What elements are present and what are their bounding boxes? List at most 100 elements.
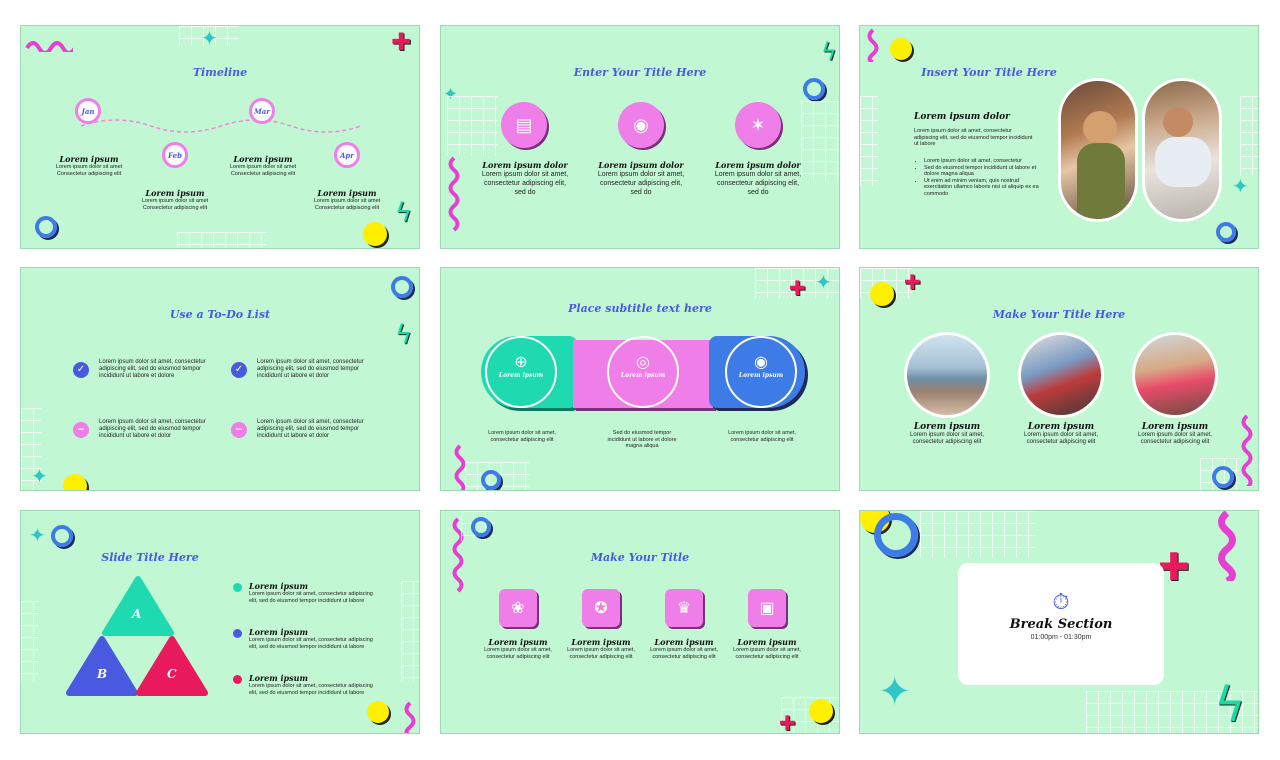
squiggle-decoration <box>1240 414 1254 490</box>
sparkle-icon: ✦ <box>201 26 218 50</box>
globe-icon: ⊕ <box>514 354 528 371</box>
section-text: Lorem ipsum dolor sit amet, consectetur … <box>914 128 1033 147</box>
item-heading: Lorem ipsum <box>249 581 308 591</box>
item-text: Lorem ipsum dolor sit amet, consectetur … <box>1137 432 1213 445</box>
grid-decoration <box>920 511 1036 557</box>
timeline-item: Lorem ipsum Lorem ipsum dolor sit amet C… <box>311 188 383 211</box>
bullet-dot <box>233 675 242 684</box>
sparkle-icon: ✦ <box>878 669 912 715</box>
squiggle-decoration <box>1214 511 1240 586</box>
slide-break-section[interactable]: ✚ ⏱ Break Section 01:00pm - 01:30pm ✦ ϟ <box>859 510 1259 734</box>
minus-icon[interactable]: − <box>231 422 247 438</box>
item-text: Lorem ipsum dolor sit amet Consectetur a… <box>229 164 297 177</box>
slide-title: Insert Your Title Here <box>921 66 1057 79</box>
slide-todo[interactable]: ϟ Use a To-Do List ✓ Lorem ipsum dolor s… <box>20 267 420 491</box>
grid-decoration <box>447 96 497 156</box>
list-item: Lorem ipsum Lorem ipsum dolor sit amet, … <box>249 673 373 696</box>
grid-decoration <box>801 101 839 181</box>
item-heading: Lorem ipsum <box>233 154 293 164</box>
squiggle-decoration <box>403 701 417 733</box>
slide-make-title[interactable]: Make Your Title ❀ ✪ ♛ ▣ Lorem ipsum Lore… <box>440 510 840 734</box>
zigzag-decoration <box>25 38 77 57</box>
item-text: Lorem ipsum dolor sit amet, consectetur … <box>249 637 373 650</box>
bullet-dot <box>233 629 242 638</box>
stopwatch-icon: ⏱ <box>1052 589 1070 614</box>
slide-title: Use a To-Do List <box>169 308 271 321</box>
timeline-item: Lorem ipsum Lorem ipsum dolor sit amet C… <box>53 154 125 177</box>
lightning-icon: ϟ <box>395 198 413 228</box>
medal-icon: ✪ <box>582 589 620 627</box>
grid-decoration <box>860 96 878 186</box>
grid-decoration <box>177 232 267 248</box>
item-heading: Lorem ipsum <box>1141 422 1209 432</box>
bullseye-icon: ◉ <box>754 354 768 371</box>
puzzle-circle: ⊕ Lorem ipsum <box>485 336 557 408</box>
item-text: Lorem ipsum dolor sit amet, consectetur … <box>714 171 802 196</box>
todo-item: Lorem ipsum dolor sit amet, consectetur … <box>257 419 364 439</box>
item-heading: Lorem ipsum dolor <box>482 160 568 170</box>
lightning-icon: ϟ <box>1214 677 1246 733</box>
slide-make-title-here[interactable]: ✚ Make Your Title Here Lorem ipsum Lorem… <box>859 267 1259 491</box>
slide-enter-title[interactable]: ✦ Enter Your Title Here ϟ ▤ ◉ ✶ Lorem ip… <box>440 25 840 249</box>
sparkle-icon: ✦ <box>29 523 46 547</box>
item-text: Lorem ipsum dolor sit amet, consectetur … <box>567 647 635 660</box>
ring-decoration <box>51 525 73 547</box>
item-text: Lorem ipsum dolor sit amet Consectetur a… <box>313 198 381 211</box>
slide-insert-title[interactable]: Insert Your Title Here Lorem ipsum dolor… <box>859 25 1259 249</box>
music-player-icon: ▤ <box>501 102 547 148</box>
yellow-dot-decoration <box>363 222 387 246</box>
month-mar: Mar <box>249 98 275 124</box>
minus-icon[interactable]: − <box>73 422 89 438</box>
yellow-dot-decoration <box>890 38 912 60</box>
item-text: Lorem ipsum dolor sit amet, consectetur … <box>650 647 718 660</box>
award-badge-icon: ❀ <box>499 589 537 627</box>
photo-beach <box>904 332 990 418</box>
ring-decoration <box>391 276 413 298</box>
lightning-icon: ϟ <box>395 320 413 350</box>
triangle-c <box>136 636 208 696</box>
item-text: Lorem ipsum dolor sit amet, consectetur … <box>249 683 373 696</box>
ring-decoration <box>1216 222 1236 242</box>
item-text: Lorem ipsum dolor sit amet, consectetur … <box>909 432 985 445</box>
bullet-list: Lorem ipsum dolor sit amet, consectetur … <box>914 158 1046 197</box>
slide-title: Make Your Title <box>590 551 690 564</box>
item-heading: Lorem ipsum <box>737 637 797 647</box>
triangle-label: A <box>132 607 142 621</box>
squiggle-decoration <box>447 156 461 241</box>
item-heading: Lorem ipsum <box>571 637 631 647</box>
item-text: Lorem ipsum dolor sit amet, consectetur … <box>484 647 552 660</box>
ring-decoration <box>1212 466 1234 488</box>
photo-caption: Lorem ipsum Lorem ipsum dolor sit amet, … <box>1124 422 1226 446</box>
feature-item: Lorem ipsum dolor Lorem ipsum dolor sit … <box>481 160 569 197</box>
bullet-item: Sed do eiusmod tempor incididunt ut labo… <box>924 165 1046 178</box>
trophy-icon: ♛ <box>665 589 703 627</box>
slide-timeline[interactable]: ✦ ✚ Timeline Jan Feb Mar Apr Lorem ipsum… <box>20 25 420 249</box>
ring-decoration <box>471 517 491 537</box>
sparkle-icon: ✦ <box>815 270 832 294</box>
todo-item: Lorem ipsum dolor sit amet, consectetur … <box>257 359 364 379</box>
check-icon[interactable]: ✓ <box>73 362 89 378</box>
slide-puzzle[interactable]: ✚ ✦ Place subtitle text here ⊕ Lorem ips… <box>440 267 840 491</box>
item-heading: Lorem ipsum <box>249 673 308 683</box>
slide-slide-title[interactable]: ✦ Slide Title Here A B C Lorem ipsum Lor… <box>20 510 420 734</box>
icon-caption: Lorem ipsum Lorem ipsum dolor sit amet, … <box>483 637 553 660</box>
photo-woman-couch <box>1142 78 1222 222</box>
todo-item: Lorem ipsum dolor sit amet, consectetur … <box>99 419 206 439</box>
slide-title: Place subtitle text here <box>568 302 712 315</box>
item-heading: Lorem ipsum <box>654 637 714 647</box>
triangle-label: B <box>97 667 108 681</box>
grid-decoration <box>401 581 419 681</box>
item-heading: Lorem ipsum <box>59 154 119 164</box>
item-text: Lorem ipsum dolor sit amet, consectetur … <box>733 647 801 660</box>
month-jan: Jan <box>75 98 101 124</box>
yellow-dot-decoration <box>809 699 833 723</box>
check-icon[interactable]: ✓ <box>231 362 247 378</box>
feature-item: Lorem ipsum dolor Lorem ipsum dolor sit … <box>714 160 802 197</box>
item-text: Lorem ipsum dolor sit amet Consectetur a… <box>55 164 123 177</box>
plus-icon: ✚ <box>789 276 806 300</box>
icon-caption: Lorem ipsum Lorem ipsum dolor sit amet, … <box>732 637 802 660</box>
icon-caption: Lorem ipsum Lorem ipsum dolor sit amet, … <box>566 637 636 660</box>
plus-icon: ✚ <box>391 28 412 56</box>
item-heading: Lorem ipsum <box>249 627 308 637</box>
photo-caption: Lorem ipsum Lorem ipsum dolor sit amet, … <box>896 422 998 446</box>
